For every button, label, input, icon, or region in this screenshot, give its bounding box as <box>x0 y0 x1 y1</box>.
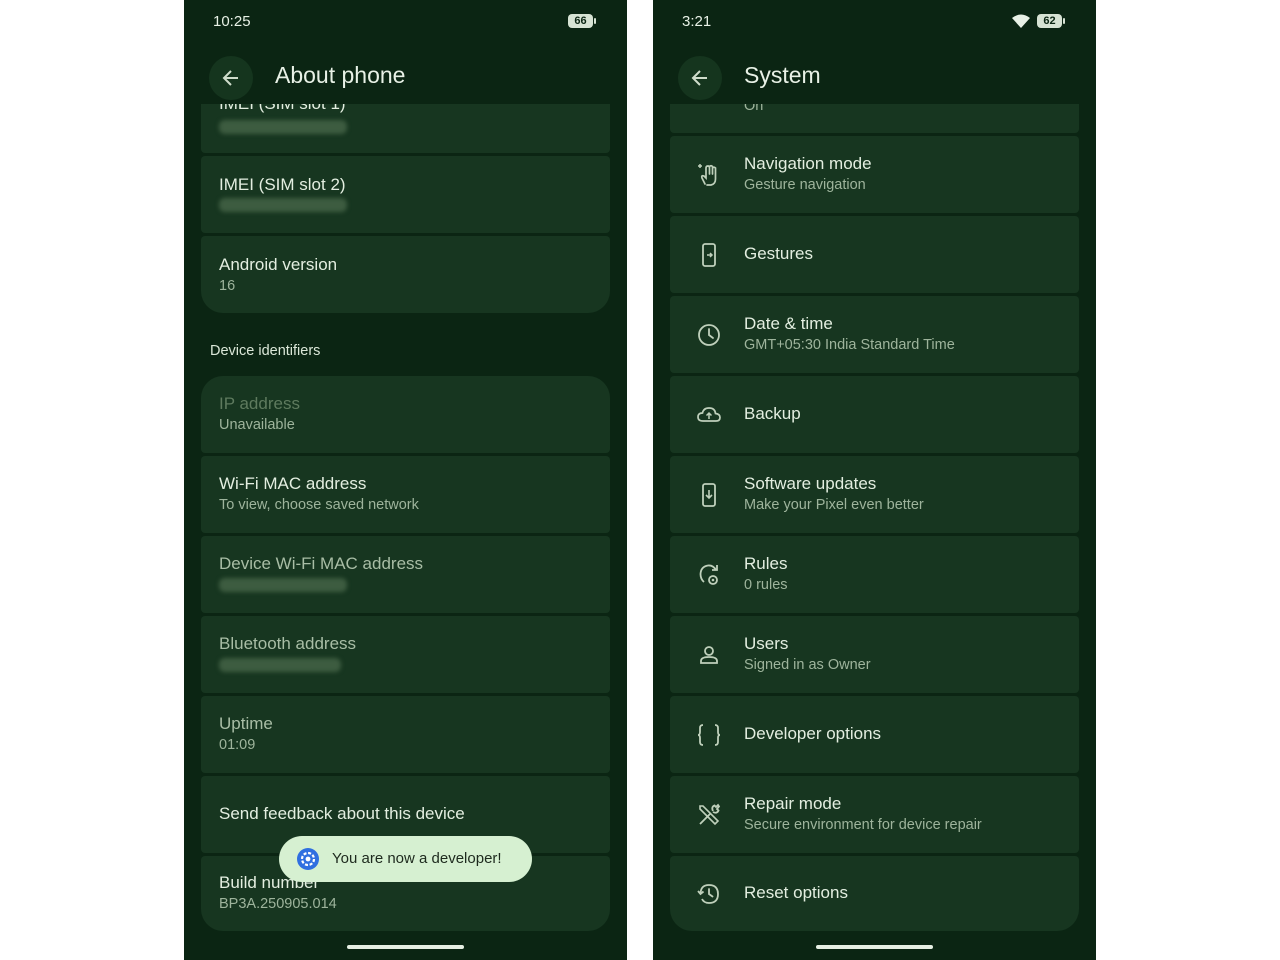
settings-item-users[interactable]: Users Signed in as Owner <box>670 616 1079 693</box>
imei-slot2-title: IMEI (SIM slot 2) <box>219 175 346 194</box>
item-title: Repair mode <box>744 794 842 813</box>
item-title: Developer options <box>744 724 882 743</box>
settings-item-software-updates[interactable]: Software updates Make your Pixel even be… <box>670 456 1079 533</box>
section-header-device-identifiers: Device identifiers <box>210 343 321 359</box>
toast-message: You are now a developer! <box>332 850 502 867</box>
uptime-title: Uptime <box>219 714 273 733</box>
wifi-mac-value: To view, choose saved network <box>219 497 419 513</box>
system-update-icon <box>702 483 716 507</box>
wifi-mac-title: Wi-Fi MAC address <box>219 474 367 493</box>
history-icon <box>697 884 719 904</box>
developer-toast: You are now a developer! <box>279 836 532 882</box>
clock-icon <box>698 324 720 346</box>
item-title: Reset options <box>744 883 848 902</box>
rules-icon <box>699 564 718 585</box>
item-subtitle: Make your Pixel even better <box>744 497 924 513</box>
uptime-value: 01:09 <box>219 737 256 753</box>
item-subtitle: Gesture navigation <box>744 177 866 193</box>
back-button[interactable] <box>209 56 253 100</box>
send-feedback-title: Send feedback about this device <box>219 804 465 823</box>
item-subtitle: Secure environment for device repair <box>744 817 982 833</box>
settings-item-repair-mode[interactable]: Repair mode Secure environment for devic… <box>670 776 1079 853</box>
settings-item-developer-options[interactable]: Developer options <box>670 696 1079 773</box>
person-icon <box>700 646 718 664</box>
settings-gear-icon <box>297 848 319 870</box>
gesture-hand-icon <box>698 164 717 186</box>
redacted-value <box>219 198 347 212</box>
item-title: Backup <box>744 404 801 423</box>
wifi-mac-item[interactable]: Wi-Fi MAC address To view, choose saved … <box>201 456 610 533</box>
arrow-back-icon <box>222 70 238 86</box>
item-title: Users <box>744 634 789 653</box>
device-wifi-mac-item[interactable]: Device Wi-Fi MAC address <box>201 536 610 613</box>
settings-item-rules[interactable]: Rules 0 rules <box>670 536 1079 613</box>
settings-item-reset-options[interactable]: Reset options <box>670 856 1079 931</box>
about-phone-screen: 10:25 66 About phone IMEI (SIM slot 1) I… <box>184 0 627 960</box>
gesture-home-bar[interactable] <box>347 945 464 949</box>
item-subtitle: GMT+05:30 India Standard Time <box>744 337 955 353</box>
android-version-title: Android version <box>219 255 338 274</box>
back-button[interactable] <box>678 56 722 100</box>
battery-icon: 62 <box>1037 14 1065 28</box>
system-settings-screen: 3:21 62 System On Navigation mode Gestur… <box>653 0 1096 960</box>
redacted-value <box>219 658 341 672</box>
imei-slot2-item[interactable]: IMEI (SIM slot 2) <box>201 156 610 233</box>
item-subtitle: Signed in as Owner <box>744 657 871 673</box>
settings-item-date-time[interactable]: Date & time GMT+05:30 India Standard Tim… <box>670 296 1079 373</box>
ip-address-item: IP address Unavailable <box>201 376 610 453</box>
gesture-home-bar[interactable] <box>816 945 933 949</box>
status-time: 10:25 <box>213 13 251 30</box>
tools-icon <box>699 803 721 826</box>
redacted-value <box>219 578 347 592</box>
item-title: Navigation mode <box>744 154 872 173</box>
item-title: Rules <box>744 554 788 573</box>
bluetooth-address-title: Bluetooth address <box>219 634 357 653</box>
wifi-icon <box>1012 14 1030 28</box>
code-braces-icon <box>697 724 721 746</box>
item-title: Gestures <box>744 244 813 263</box>
settings-item-gestures[interactable]: Gestures <box>670 216 1079 293</box>
item-subtitle: 0 rules <box>744 577 788 593</box>
item-title: Software updates <box>744 474 877 493</box>
build-number-value: BP3A.250905.014 <box>219 896 337 912</box>
arrow-back-icon <box>691 70 707 86</box>
status-time: 3:21 <box>682 13 712 30</box>
ip-address-title: IP address <box>219 394 300 413</box>
device-wifi-mac-title: Device Wi-Fi MAC address <box>219 554 424 573</box>
ip-address-value: Unavailable <box>219 417 295 433</box>
redacted-value <box>219 120 347 134</box>
item-title: Date & time <box>744 314 833 333</box>
bluetooth-address-item[interactable]: Bluetooth address <box>201 616 610 693</box>
battery-icon: 66 <box>568 14 596 28</box>
page-title: About phone <box>275 62 406 88</box>
settings-item-backup[interactable]: Backup <box>670 376 1079 453</box>
phone-gesture-icon <box>702 243 716 267</box>
android-version-value: 16 <box>219 278 236 294</box>
cloud-upload-icon <box>697 407 721 422</box>
android-version-item[interactable]: Android version 16 <box>201 236 610 313</box>
page-title: System <box>744 62 821 88</box>
settings-item-navigation-mode[interactable]: Navigation mode Gesture navigation <box>670 136 1079 213</box>
uptime-item[interactable]: Uptime 01:09 <box>201 696 610 773</box>
app-bar: About phone <box>184 52 627 104</box>
app-bar: System <box>653 52 1096 104</box>
